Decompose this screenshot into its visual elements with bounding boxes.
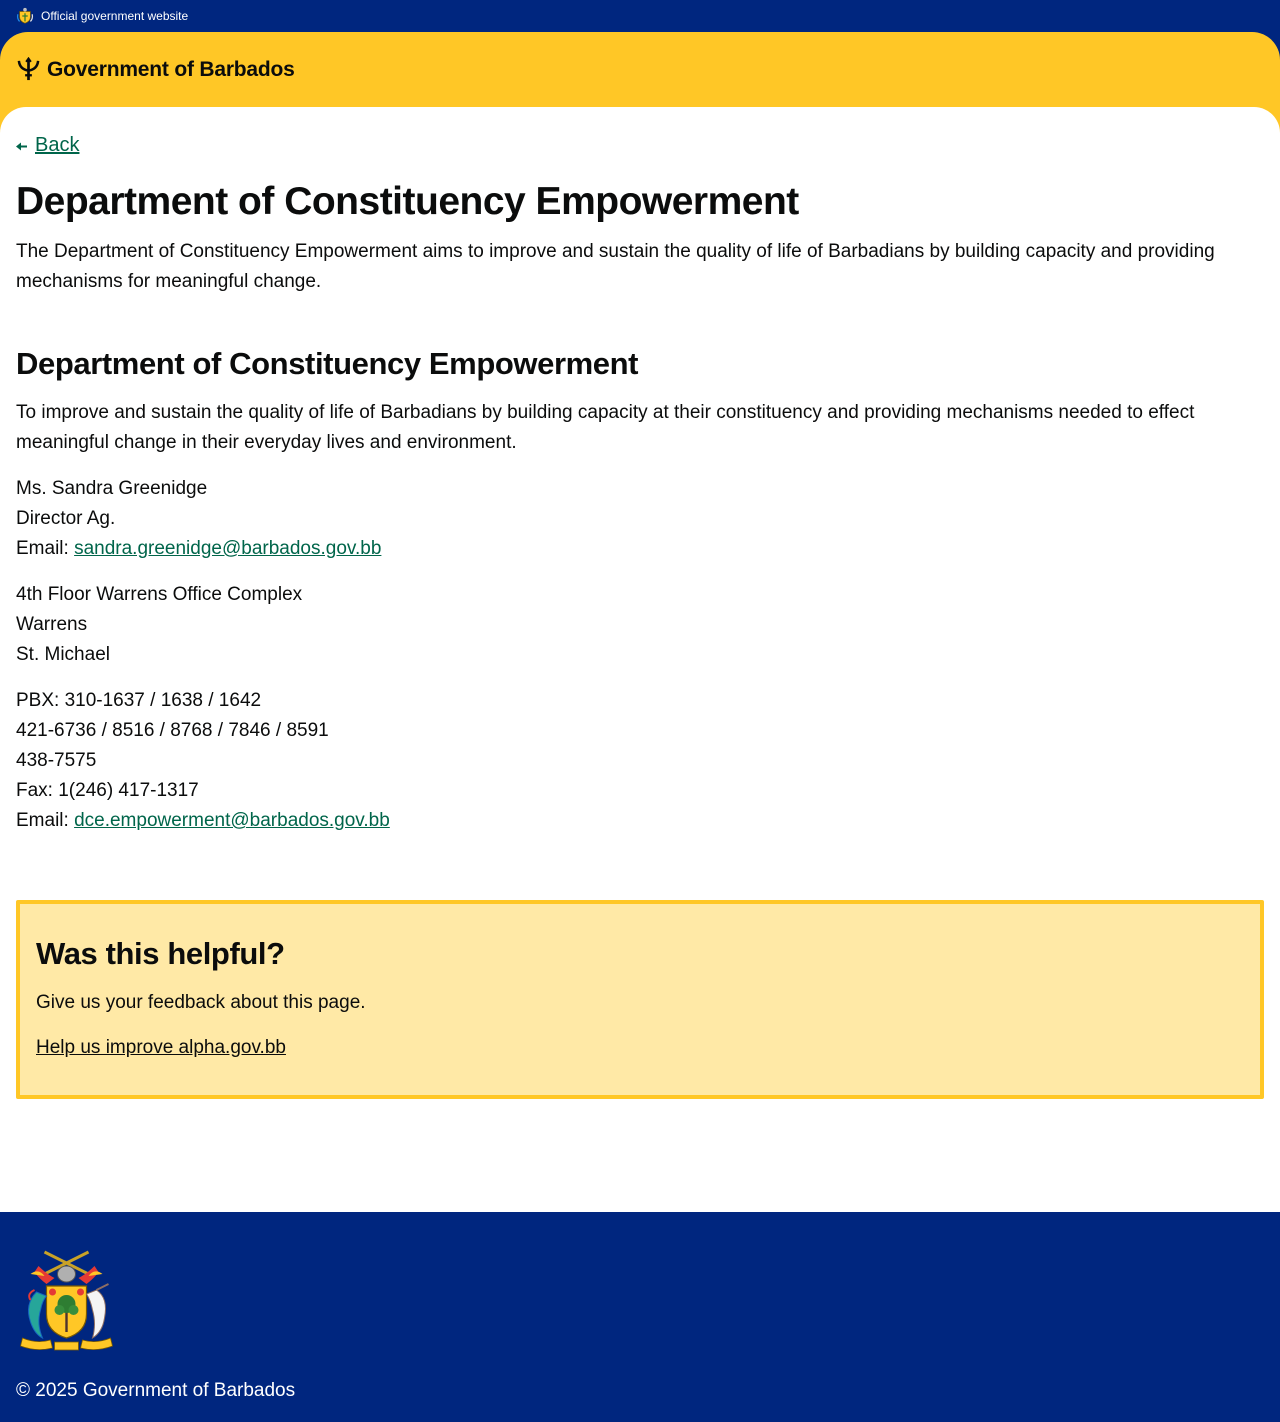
- official-website-text: Official government website: [41, 9, 189, 23]
- coat-of-arms-icon: [20, 1250, 113, 1351]
- coat-of-arms-icon: [16, 7, 34, 24]
- feedback-panel: Was this helpful? Give us your feedback …: [16, 900, 1264, 1099]
- page-title: Department of Constituency Empowerment: [16, 180, 799, 223]
- official-banner: Official government website: [0, 0, 1280, 32]
- page-lead: The Department of Constituency Empowerme…: [16, 241, 1215, 292]
- section-title: Department of Constituency Empowerment: [16, 346, 639, 381]
- pbx-numbers: PBX: 310-1637 / 1638 / 1642: [16, 690, 262, 711]
- director-email-link[interactable]: sandra.greenidge@barbados.gov.bb: [74, 538, 381, 559]
- brand-name: Government of Barbados: [47, 57, 295, 81]
- feedback-title: Was this helpful?: [36, 936, 285, 971]
- phone-numbers: 421-6736 / 8516 / 8768 / 7846 / 8591: [16, 720, 329, 741]
- email-label: Email:: [16, 538, 75, 559]
- brand-link[interactable]: Government of Barbados: [16, 57, 295, 82]
- section-description: To improve and sustain the quality of li…: [16, 402, 1195, 453]
- address-line-2: Warrens: [16, 614, 88, 635]
- address-line-3: St. Michael: [16, 644, 110, 665]
- fax-number: Fax: 1(246) 417-1317: [16, 780, 199, 801]
- site-footer: © 2025 Government of Barbados: [0, 1212, 1280, 1422]
- copyright-text: © 2025 Government of Barbados: [16, 1380, 296, 1401]
- feedback-text: Give us your feedback about this page.: [36, 992, 366, 1013]
- phone-contacts: PBX: 310-1637 / 1638 / 1642 421-6736 / 8…: [16, 686, 1256, 836]
- department-email-link[interactable]: dce.empowerment@barbados.gov.bb: [74, 810, 390, 831]
- director-role: Director Ag.: [16, 508, 116, 529]
- director-contact: Ms. Sandra Greenidge Director Ag. Email:…: [16, 474, 1256, 564]
- back-arrow-icon: [16, 138, 27, 154]
- office-address: 4th Floor Warrens Office Complex Warrens…: [16, 580, 1256, 670]
- department-email-line: Email: dce.empowerment@barbados.gov.bb: [16, 806, 1256, 836]
- back-label: Back: [35, 134, 80, 156]
- email-label: Email:: [16, 810, 75, 831]
- feedback-link[interactable]: Help us improve alpha.gov.bb: [36, 1037, 286, 1059]
- phone-number-2: 438-7575: [16, 750, 97, 771]
- trident-icon: [17, 57, 40, 81]
- back-link[interactable]: Back: [16, 134, 79, 157]
- director-name: Ms. Sandra Greenidge: [16, 478, 208, 499]
- director-email-line: Email: sandra.greenidge@barbados.gov.bb: [16, 534, 1256, 564]
- address-line-1: 4th Floor Warrens Office Complex: [16, 584, 303, 605]
- main-content: Back Department of Constituency Empowerm…: [0, 107, 1280, 1212]
